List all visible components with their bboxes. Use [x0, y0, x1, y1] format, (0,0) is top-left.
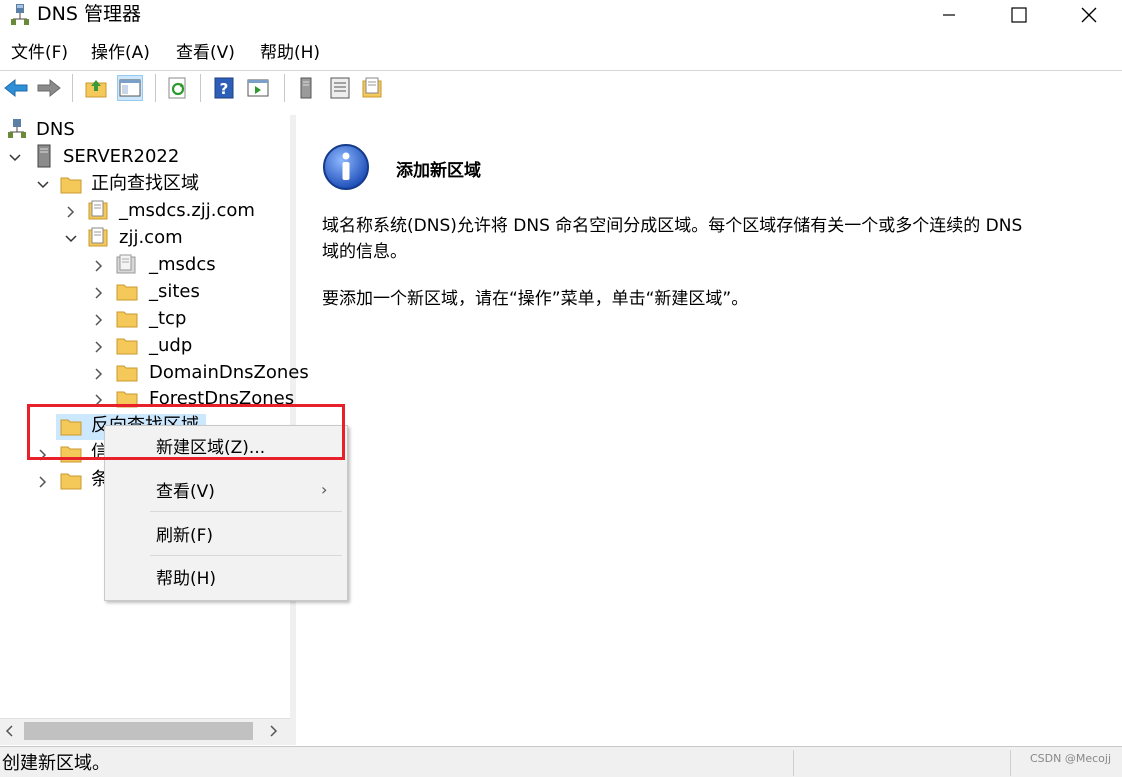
- folder-icon: [116, 311, 138, 328]
- chevron-down-icon[interactable]: [9, 152, 21, 164]
- info-paragraph-2: 要添加一个新区域，请在“操作”菜单，单击“新建区域”。: [322, 289, 749, 309]
- tree-item-server[interactable]: SERVER2022: [63, 144, 179, 170]
- window-title: DNS 管理器: [37, 3, 141, 25]
- tree-item-forward-zones[interactable]: 正向查找区域: [91, 171, 199, 197]
- folder-icon: [60, 473, 82, 490]
- chevron-right-icon[interactable]: [37, 476, 49, 488]
- details-pane: [296, 115, 1122, 745]
- minimize-button[interactable]: [926, 0, 972, 30]
- chevron-right-icon[interactable]: [93, 287, 105, 299]
- folder-icon: [116, 338, 138, 355]
- back-arrow-icon: [4, 78, 28, 98]
- tree-item-tcp[interactable]: _tcp: [149, 306, 186, 332]
- scroll-right-icon[interactable]: [268, 725, 278, 737]
- grey-zone-file-icon: [116, 254, 136, 274]
- tree-item-udp[interactable]: _udp: [149, 333, 192, 359]
- maximize-icon: [1011, 7, 1027, 23]
- red-highlight-box: [27, 404, 345, 460]
- chevron-right-icon[interactable]: [93, 341, 105, 353]
- zone-properties-icon: [362, 77, 382, 98]
- forward-button[interactable]: [37, 76, 61, 100]
- minimize-icon: [943, 14, 955, 16]
- tree-item-msdcs[interactable]: _msdcs: [149, 252, 216, 278]
- context-menu-separator: [150, 511, 342, 512]
- forward-arrow-icon: [37, 78, 61, 98]
- chevron-right-icon[interactable]: [65, 206, 77, 218]
- menu-view[interactable]: 查看(V): [176, 42, 235, 64]
- show-action-pane-icon: [247, 79, 269, 97]
- watermark: CSDN @Mecojj: [1030, 752, 1112, 765]
- tree-item-msdcs-zone[interactable]: _msdcs.zjj.com: [119, 198, 255, 224]
- info-icon: [322, 143, 370, 191]
- close-button[interactable]: [1066, 0, 1112, 30]
- context-menu-refresh[interactable]: 刷新(F): [156, 525, 213, 547]
- tree-item-dns[interactable]: DNS: [36, 117, 75, 143]
- scrollbar-thumb[interactable]: [24, 722, 253, 740]
- close-icon: [1081, 7, 1097, 23]
- folder-icon: [60, 177, 82, 194]
- tree-item-domaindnszones[interactable]: DomainDnsZones: [149, 360, 309, 386]
- folder-icon: [116, 284, 138, 301]
- zone-file-icon: [88, 227, 108, 247]
- refresh-icon: [168, 77, 186, 99]
- list-icon: [330, 77, 350, 99]
- dns-root-icon: [8, 118, 26, 140]
- info-paragraph-line-1: 域名称系统(DNS)允许将 DNS 命名空间分成区域。每个区域存储有关一个或多个…: [322, 216, 1023, 236]
- help-icon: ?: [214, 77, 234, 99]
- submenu-arrow-icon: ›: [321, 480, 328, 499]
- folder-icon: [116, 365, 138, 382]
- back-button[interactable]: [4, 76, 28, 100]
- chevron-right-icon[interactable]: [93, 368, 105, 380]
- list-button[interactable]: [328, 76, 352, 100]
- maximize-button[interactable]: [996, 0, 1042, 30]
- show-hide-console-tree-icon: [119, 79, 141, 97]
- up-one-level-button[interactable]: [84, 76, 108, 100]
- scroll-left-icon[interactable]: [5, 725, 15, 737]
- help-button[interactable]: ?: [212, 76, 236, 100]
- status-text: 创建新区域。: [2, 753, 110, 774]
- dns-app-icon: [10, 3, 30, 27]
- server-icon: [300, 77, 312, 99]
- info-title: 添加新区域: [396, 161, 481, 181]
- server-icon: [36, 144, 52, 168]
- toolbar-separator: [72, 74, 73, 102]
- chevron-down-icon[interactable]: [37, 179, 49, 191]
- svg-text:?: ?: [220, 80, 229, 98]
- menu-bar: [0, 36, 1122, 70]
- show-hide-console-tree-button[interactable]: [117, 75, 143, 101]
- up-folder-icon: [85, 80, 107, 98]
- menu-file[interactable]: 文件(F): [11, 42, 68, 64]
- tree-item-zjj-zone[interactable]: zjj.com: [119, 225, 183, 251]
- toolbar-separator: [155, 74, 156, 102]
- refresh-button[interactable]: [166, 76, 190, 100]
- zone-properties-button[interactable]: [360, 76, 384, 100]
- menu-action[interactable]: 操作(A): [91, 42, 150, 64]
- status-divider: [1010, 750, 1011, 776]
- context-menu-help[interactable]: 帮助(H): [156, 568, 216, 590]
- chevron-down-icon[interactable]: [65, 233, 77, 245]
- zone-file-icon: [88, 200, 108, 220]
- status-bar: [0, 746, 1122, 777]
- chevron-right-icon[interactable]: [93, 260, 105, 272]
- tree-item-sites[interactable]: _sites: [149, 279, 200, 305]
- info-paragraph-line-2: 域的信息。: [322, 242, 407, 262]
- toolbar-separator: [284, 74, 285, 102]
- show-action-pane-button[interactable]: [246, 76, 270, 100]
- toolbar-separator: [200, 74, 201, 102]
- context-menu-separator: [150, 555, 342, 556]
- chevron-right-icon[interactable]: [93, 314, 105, 326]
- context-menu-view[interactable]: 查看(V): [156, 481, 215, 503]
- server-button[interactable]: [294, 76, 318, 100]
- status-divider: [793, 750, 794, 776]
- menu-help[interactable]: 帮助(H): [260, 42, 320, 64]
